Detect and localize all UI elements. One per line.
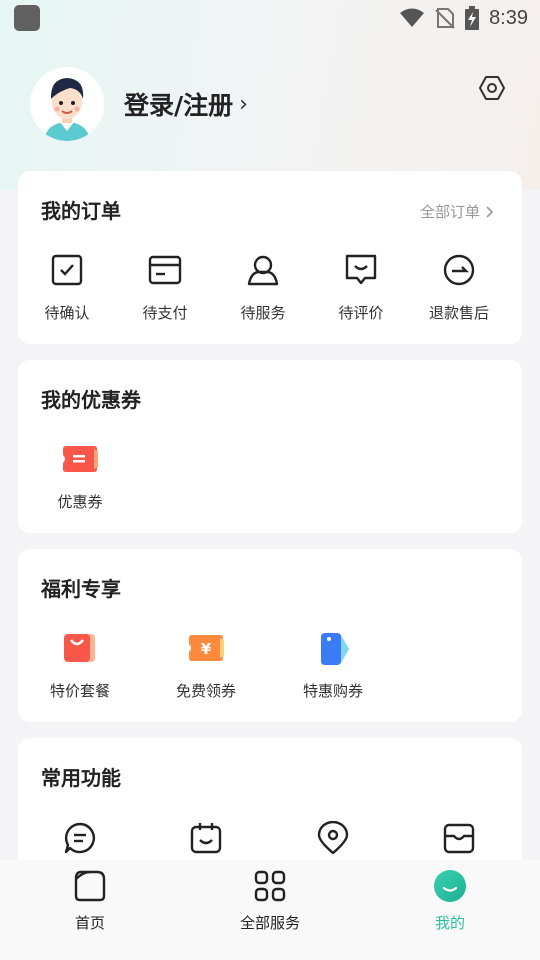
tab-label: 全部服务 bbox=[239, 914, 300, 932]
order-item-label: 退款售后 bbox=[428, 304, 489, 322]
all-orders-link[interactable]: 全部订单 bbox=[420, 201, 494, 222]
svg-text:¥: ¥ bbox=[201, 640, 212, 658]
order-refund-aftersale[interactable]: 退款售后 bbox=[410, 250, 508, 323]
status-time: 8:39 bbox=[489, 6, 528, 29]
common-inbox[interactable] bbox=[410, 818, 508, 858]
common-message[interactable] bbox=[31, 818, 129, 858]
battery-charging-icon bbox=[465, 6, 480, 30]
order-item-label: 待评价 bbox=[338, 304, 384, 322]
order-pending-confirm[interactable]: 待确认 bbox=[18, 250, 116, 323]
common-functions-title: 常用功能 bbox=[41, 766, 121, 790]
inbox-icon bbox=[443, 823, 475, 854]
checkbox-icon bbox=[51, 254, 83, 286]
order-item-label: 待服务 bbox=[240, 304, 286, 322]
welfare-discount-coupon[interactable]: 特惠购券 bbox=[284, 628, 382, 701]
login-register-label: 登录/注册 bbox=[124, 91, 234, 120]
wifi-icon bbox=[400, 8, 425, 27]
chevron-right-icon: › bbox=[239, 91, 248, 117]
orders-card: 我的订单 全部订单 待确认 待支付 待服务 待评价 退款售后 bbox=[18, 171, 522, 344]
common-location[interactable] bbox=[284, 818, 382, 858]
app-icon bbox=[14, 5, 40, 31]
avatar[interactable] bbox=[30, 67, 104, 141]
order-item-label: 待支付 bbox=[142, 304, 188, 322]
tab-mine[interactable]: 我的 bbox=[390, 868, 510, 933]
smile-icon bbox=[434, 870, 466, 902]
coupons-card: 我的优惠券 优惠券 bbox=[18, 360, 522, 533]
coupons-title: 我的优惠券 bbox=[41, 388, 141, 412]
grid-icon bbox=[254, 870, 286, 902]
avatar-illustration bbox=[30, 67, 104, 141]
order-item-label: 待确认 bbox=[44, 304, 90, 322]
refund-icon bbox=[443, 254, 475, 286]
order-pending-review[interactable]: 待评价 bbox=[312, 250, 410, 323]
settings-button[interactable] bbox=[478, 74, 506, 102]
profile-header: 登录/注册 › bbox=[30, 66, 510, 142]
welfare-free-coupon[interactable]: ¥ 免费领券 bbox=[157, 628, 255, 701]
orders-title: 我的订单 bbox=[41, 199, 121, 223]
message-icon bbox=[64, 822, 95, 854]
coupon-item[interactable]: 优惠券 bbox=[31, 439, 129, 512]
person-icon bbox=[247, 255, 279, 286]
price-tag-icon bbox=[321, 633, 349, 665]
login-register-link[interactable]: 登录/注册 › bbox=[124, 86, 248, 122]
order-pending-service[interactable]: 待服务 bbox=[214, 250, 312, 323]
tab-label: 我的 bbox=[434, 914, 465, 932]
shopping-bag-icon bbox=[64, 634, 95, 662]
bottom-tab-bar: 首页 全部服务 我的 bbox=[0, 860, 540, 960]
gear-icon bbox=[479, 76, 505, 100]
welfare-item-label: 特惠购券 bbox=[302, 682, 363, 700]
home-icon bbox=[74, 870, 106, 902]
status-bar: 8:39 bbox=[0, 0, 540, 36]
tab-label: 首页 bbox=[74, 914, 105, 932]
coupon-item-label: 优惠券 bbox=[57, 493, 103, 511]
tab-home[interactable]: 首页 bbox=[30, 868, 150, 933]
tab-all-services[interactable]: 全部服务 bbox=[210, 868, 330, 933]
welfare-item-label: 免费领券 bbox=[175, 682, 236, 700]
comment-icon bbox=[345, 254, 377, 285]
yen-ticket-icon: ¥ bbox=[189, 635, 224, 661]
all-orders-label: 全部订单 bbox=[419, 203, 480, 221]
welfare-title: 福利专享 bbox=[41, 577, 121, 601]
common-calendar[interactable] bbox=[157, 818, 255, 858]
location-icon bbox=[317, 821, 349, 855]
coupon-icon bbox=[63, 446, 98, 472]
welfare-item-label: 特价套餐 bbox=[49, 682, 110, 700]
order-pending-payment[interactable]: 待支付 bbox=[116, 250, 214, 323]
no-sim-icon bbox=[435, 8, 455, 29]
welfare-special-package[interactable]: 特价套餐 bbox=[31, 628, 129, 701]
chevron-right-icon bbox=[486, 205, 494, 218]
welfare-card: 福利专享 特价套餐 ¥ 免费领券 特惠购券 bbox=[18, 549, 522, 722]
calendar-icon bbox=[190, 823, 222, 854]
card-icon bbox=[148, 255, 182, 285]
